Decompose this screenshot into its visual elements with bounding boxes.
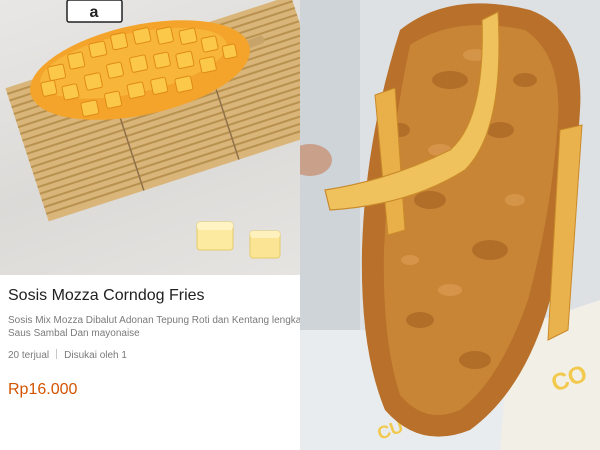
like-count: Disukai oleh 1: [64, 350, 127, 361]
svg-text:a: a: [90, 4, 99, 21]
stats-divider: [56, 349, 58, 359]
product-title[interactable]: Sosis Mozza Corndog Fries: [8, 287, 205, 305]
product-description: Sosis Mix Mozza Dibalut Adonan Tepung Ro…: [8, 314, 300, 340]
product-info: Sosis Mozza Corndog Fries Sosis Mix Mozz…: [0, 275, 300, 450]
sold-count: 20 terjual: [8, 350, 50, 361]
product-photo[interactable]: a: [0, 0, 300, 275]
product-listing-card[interactable]: a Sosis Mozza Corndog Fries Sosis Mix Mo…: [0, 0, 300, 450]
corndog-cheese-photo: a: [5, 0, 300, 259]
real-product-photo: CO CU: [300, 0, 600, 450]
description-line-2: Saus Sambal Dan mayonaise: [8, 328, 140, 339]
fried-corndog-photo: CO CU: [300, 0, 600, 450]
description-line-1: Sosis Mix Mozza Dibalut Adonan Tepung Ro…: [8, 315, 300, 326]
product-stats: 20 terjual Disukai oleh 1: [8, 349, 127, 361]
product-price: Rp16.000: [8, 381, 78, 398]
